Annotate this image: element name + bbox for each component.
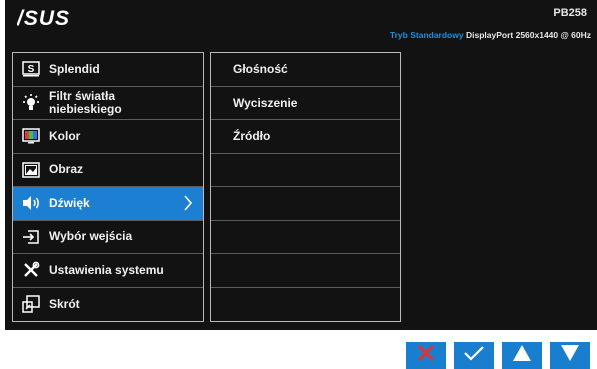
confirm-button[interactable] — [454, 342, 494, 369]
submenu-item-volume[interactable]: Głośność — [211, 53, 400, 87]
menu-item-blue-light-filter[interactable]: Filtr światła niebieskiego — [13, 87, 203, 120]
menu-item-label: Obraz — [49, 162, 84, 177]
model-name: PB258 — [553, 7, 587, 19]
port-label: DisplayPort — [465, 30, 514, 40]
status-line: Tryb Standardowy DisplayPort 2560x1440 @… — [390, 30, 591, 40]
mode-label: Tryb Standardowy — [389, 30, 464, 40]
submenu-item-empty — [211, 254, 400, 288]
menu-item-input-select[interactable]: Wybór wejścia — [13, 221, 203, 254]
menu-item-label: Ustawienia systemu — [49, 262, 164, 277]
menu-item-shortcut[interactable]: Skrót — [13, 288, 203, 322]
header: /SUS PB258 Tryb Standardowy DisplayPort … — [5, 0, 597, 46]
resolution-label: 2560x1440 @ 60Hz — [515, 30, 591, 40]
splendid-icon: S — [21, 59, 41, 79]
menu-item-image[interactable]: Obraz — [13, 154, 203, 187]
input-select-icon — [21, 227, 41, 247]
shortcut-icon — [21, 294, 41, 314]
sub-menu: Głośność Wyciszenie Źródło — [210, 52, 401, 322]
up-arrow-icon — [512, 344, 532, 367]
menu-item-label: Skrót — [49, 296, 80, 311]
blue-light-icon — [21, 93, 41, 113]
close-icon — [416, 343, 436, 368]
speaker-icon — [21, 193, 41, 213]
submenu-item-empty — [211, 288, 400, 322]
menu-item-sound[interactable]: Dźwięk — [13, 187, 203, 221]
color-icon — [21, 126, 41, 146]
image-icon — [21, 160, 41, 180]
submenu-item-empty — [211, 221, 400, 254]
menu-item-system-settings[interactable]: Ustawienia systemu — [13, 254, 203, 288]
down-button[interactable] — [550, 342, 590, 369]
up-button[interactable] — [502, 342, 542, 369]
check-icon — [463, 344, 485, 367]
menu-item-label: Filtr światła niebieskiego — [49, 88, 122, 116]
main-menu: S Splendid Filtr światła niebieskiego Ko… — [12, 52, 204, 322]
submenu-item-source[interactable]: Źródło — [211, 120, 400, 154]
svg-text:/SUS: /SUS — [17, 8, 70, 28]
menu-item-label: Splendid — [49, 61, 100, 76]
submenu-item-empty — [211, 187, 400, 221]
menu-item-label: Wybór wejścia — [49, 229, 133, 244]
menu-item-label: Kolor — [49, 128, 81, 143]
asus-logo: /SUS — [16, 7, 75, 32]
submenu-item-mute[interactable]: Wyciszenie — [211, 87, 400, 120]
osd-menu: /SUS PB258 Tryb Standardowy DisplayPort … — [5, 0, 597, 330]
close-button[interactable] — [406, 342, 446, 369]
menu-item-splendid[interactable]: S Splendid — [13, 53, 203, 87]
submenu-item-empty — [211, 154, 400, 187]
chevron-right-icon — [183, 195, 193, 214]
svg-text:S: S — [28, 64, 35, 75]
menu-item-color[interactable]: Kolor — [13, 120, 203, 154]
down-arrow-icon — [560, 344, 580, 367]
menu-item-label: Dźwięk — [49, 195, 90, 210]
wrench-icon — [21, 260, 41, 280]
